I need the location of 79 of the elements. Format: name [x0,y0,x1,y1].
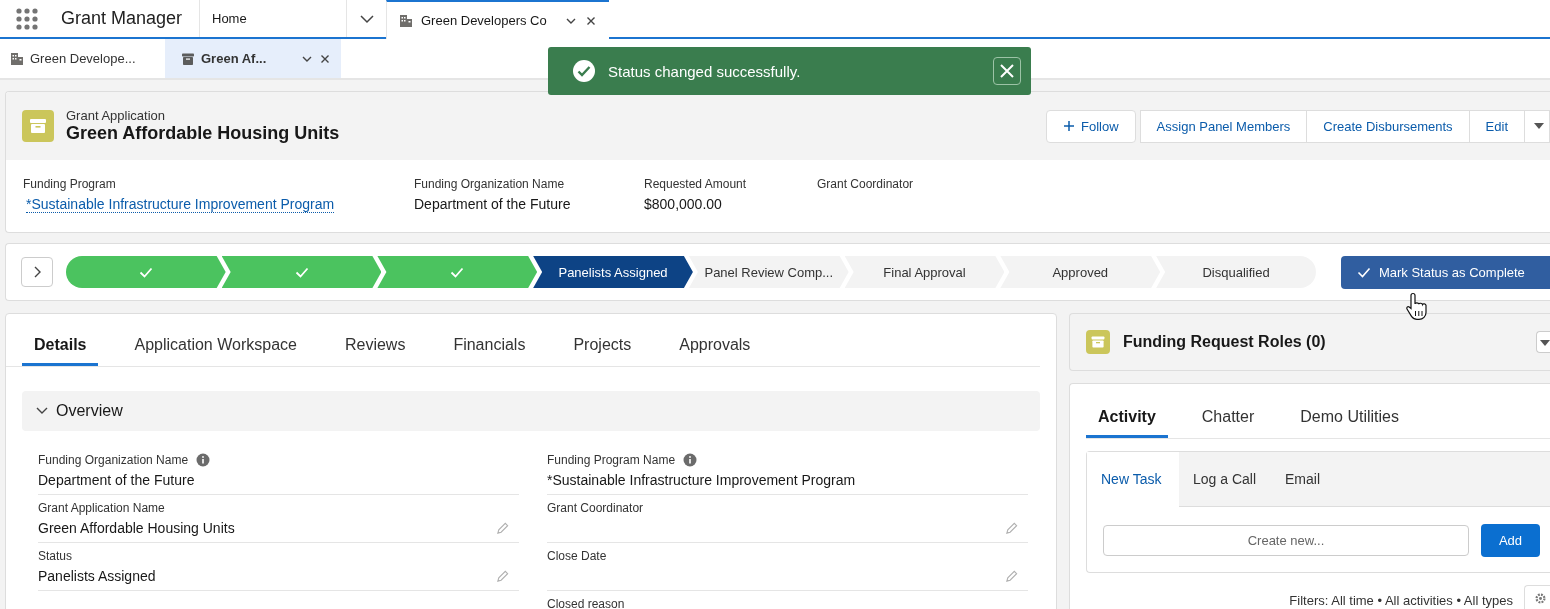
close-icon[interactable] [319,52,331,65]
close-icon[interactable] [585,14,597,27]
dropdown-button[interactable] [1536,331,1550,353]
field-value: Panelists Assigned [38,568,156,584]
field-value: *Sustainable Infrastructure Improvement Program [547,472,856,488]
field-label: Funding Organization Name [414,177,566,191]
detail-tab[interactable]: Application Workspace [122,336,309,366]
action-button[interactable]: Follow [1046,109,1136,143]
activity-tab[interactable]: Demo Utilities [1288,404,1411,438]
create-new-field[interactable]: Create new... [1103,525,1469,556]
workspace-tab[interactable]: Green Develope... [0,39,165,78]
field-value: Department of the Future [38,472,195,488]
check-circle-icon [572,59,596,83]
composer-tab[interactable]: Email [1271,452,1363,506]
more-actions-button[interactable] [1524,109,1550,143]
archive-box-icon [22,110,54,142]
activity-tab[interactable]: Chatter [1189,404,1267,438]
settings-button[interactable] [1524,585,1550,609]
detail-tab[interactable]: Approvals [667,336,763,366]
building-icon [10,51,24,66]
path-stage[interactable]: Panel Review Comp... [688,256,849,288]
path-stage[interactable]: Final Approval [844,256,1005,288]
record-title: Green Affordable Housing Units [66,123,341,144]
app-launcher-icon[interactable] [16,8,38,30]
field-label: Funding Organization Name [38,453,189,467]
app-name: Grant Manager [61,7,184,30]
field-label: Grant Coordinator [817,177,914,191]
add-button[interactable]: Add [1481,524,1540,557]
field-link[interactable]: *Sustainable Infrastructure Improvement Program [26,196,335,213]
field-value: Department of the Future [414,196,572,212]
chevron-down-icon [36,407,48,415]
nav-tab[interactable]: Green Developers Co [386,0,609,39]
field-value: Green Affordable Housing Units [38,520,235,536]
check-icon [294,266,309,278]
archive-box-icon [1086,330,1110,354]
path-stage[interactable]: Panelists Assigned [533,256,693,288]
mark-complete-button[interactable]: Mark Status as Complete [1340,255,1550,289]
field-label: Requested Amount [644,177,748,191]
field-label: Closed reason [547,597,625,609]
detail-tab[interactable]: Financials [441,336,538,366]
action-button[interactable]: Assign Panel Members [1139,109,1308,143]
check-icon [1356,266,1371,278]
composer-tab[interactable]: New Task [1087,452,1179,507]
detail-tab[interactable]: Reviews [332,336,418,366]
building-icon [399,13,413,28]
close-button[interactable] [993,57,1021,85]
info-icon[interactable] [196,453,211,467]
action-button[interactable]: Edit [1468,109,1525,143]
field-label: Grant Coordinator [547,501,644,515]
filters-text: Filters: All time • All activities • All types [1289,592,1513,608]
field-label: Funding Program [23,177,117,191]
plus-icon [1063,120,1075,132]
field-value: $800,000.00 [644,196,723,212]
action-button[interactable]: Create Disbursements [1306,109,1470,143]
caret-down-icon [1533,122,1545,130]
field-label: Grant Application Name [38,501,165,515]
settings-icon [1534,592,1547,605]
detail-tab[interactable]: Details [22,336,99,366]
field-label: Status [38,549,73,563]
chevron-right-icon [32,266,41,278]
activity-tab[interactable]: Activity [1086,404,1168,438]
field-label: Close Date [547,549,607,563]
field-label: Funding Program Name [547,453,676,467]
related-list-title[interactable]: Funding Request Roles (0) [1123,333,1523,351]
chevron-down-icon[interactable] [358,12,375,25]
path-stage[interactable]: Disqualified [1156,256,1316,288]
composer-tab[interactable]: Log a Call [1179,452,1271,506]
archive-box-icon [181,51,195,66]
check-icon [138,266,153,278]
caret-down-icon [1539,339,1550,347]
close-icon [999,63,1015,79]
path-stage[interactable]: Approved [1000,256,1161,288]
object-type: Grant Application [66,108,166,123]
workspace-tab[interactable]: Green Af... [165,39,341,78]
detail-tab[interactable]: Projects [561,336,644,366]
check-icon [450,266,465,278]
toast-message: Status changed successfully. [608,62,802,80]
section-header[interactable]: Overview [22,391,1040,431]
info-icon[interactable] [683,453,698,467]
